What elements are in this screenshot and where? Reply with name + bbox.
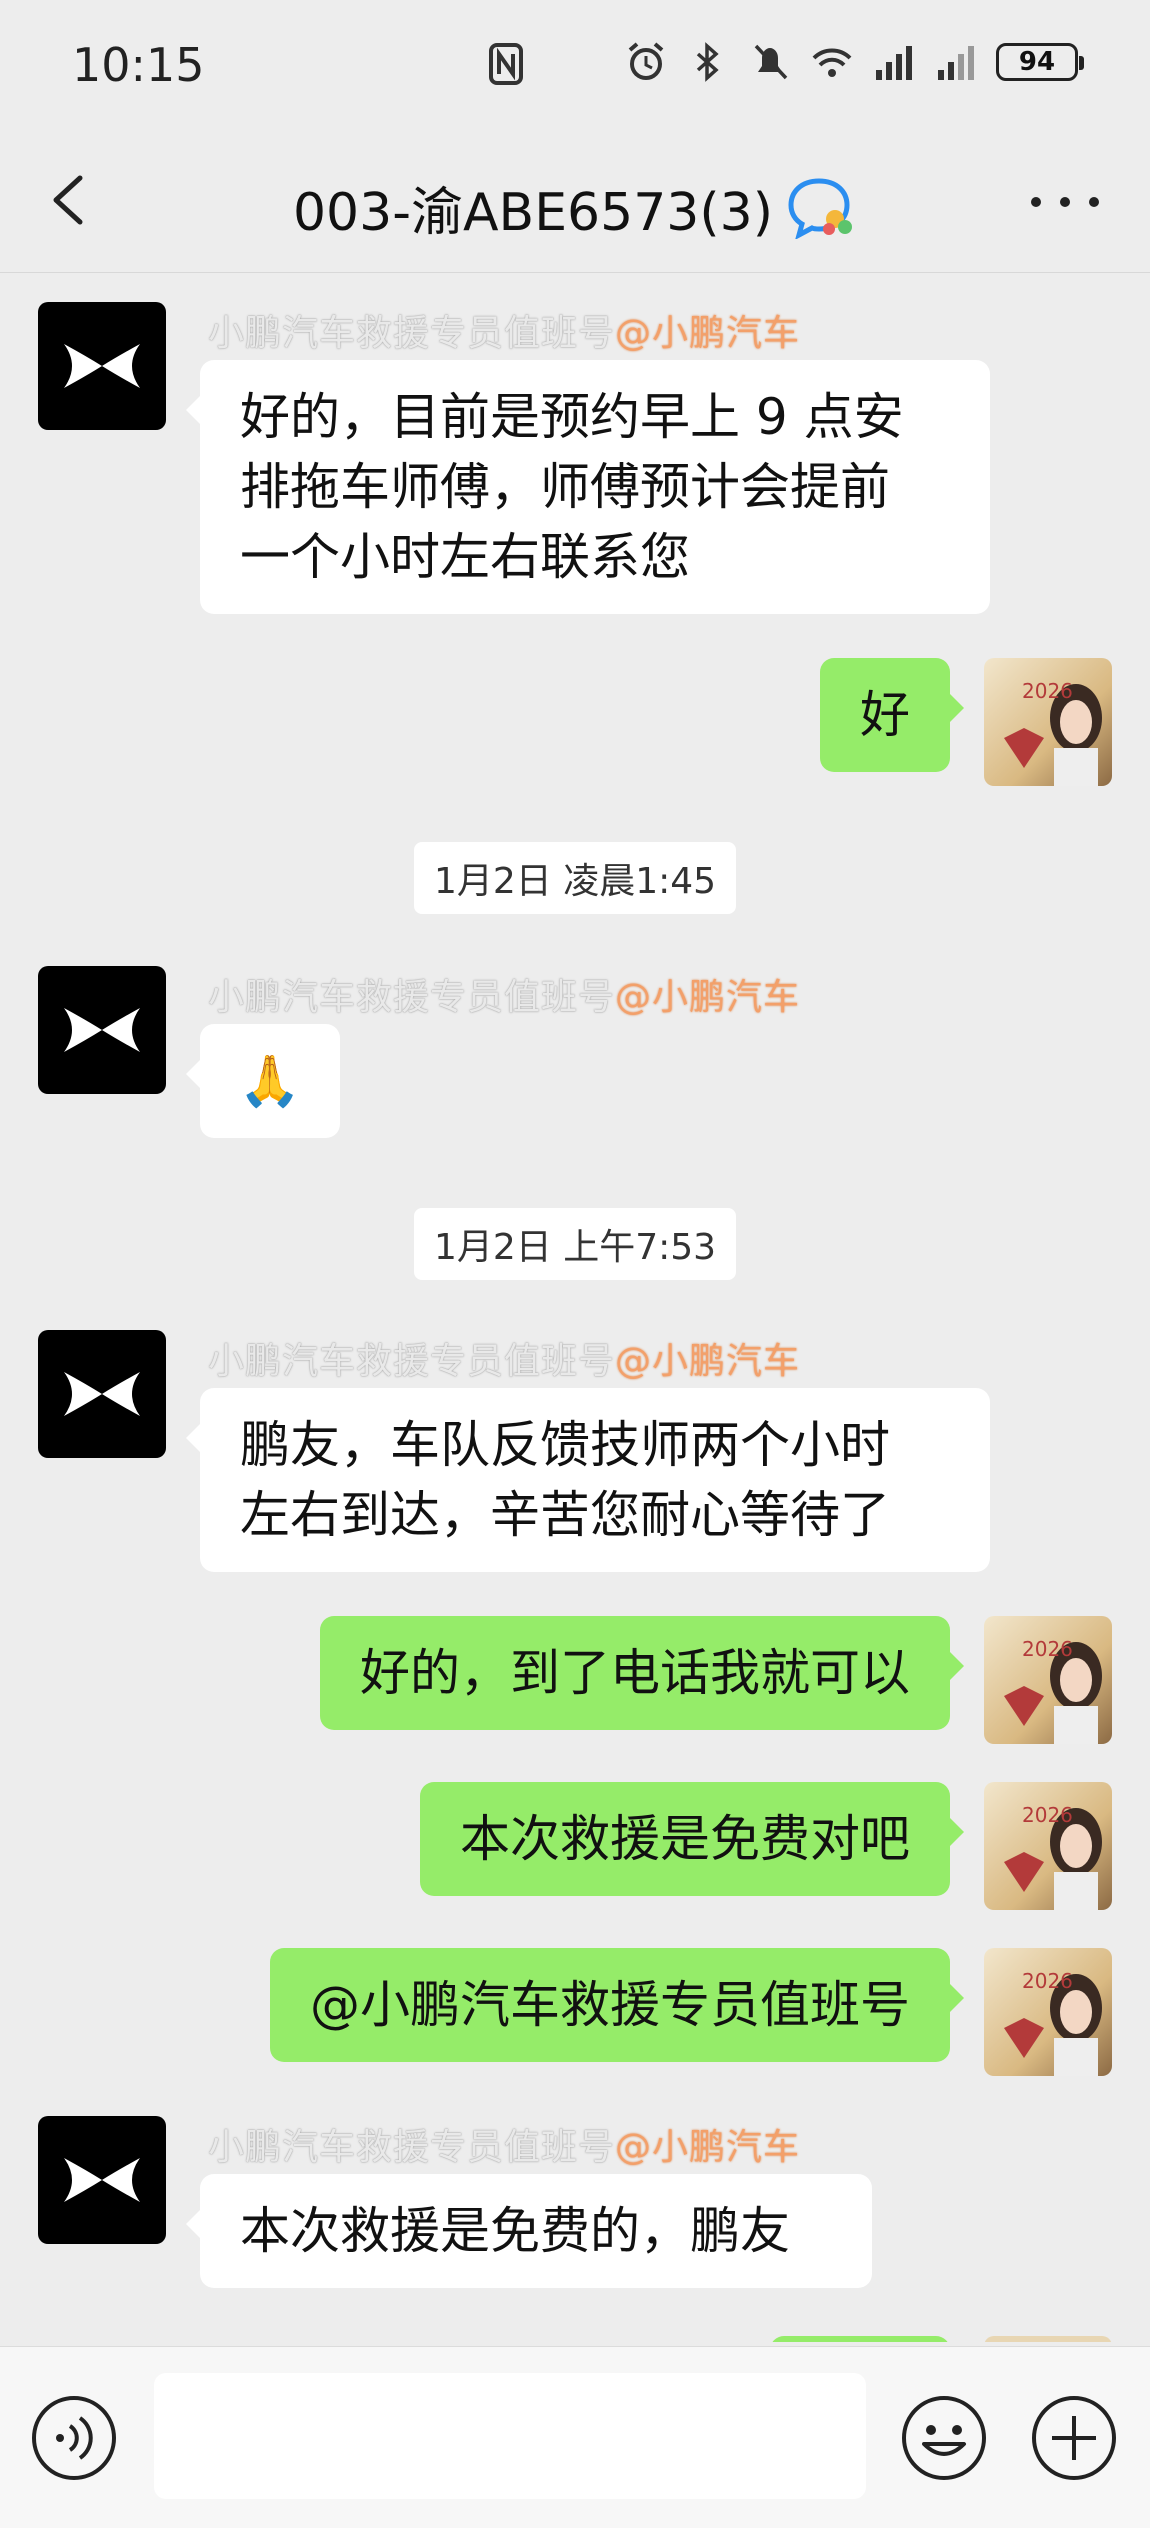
- group-chat-icon: [788, 177, 853, 239]
- received-message-bubble[interactable]: 鹏友，车队反馈技师两个小时 左右到达，辛苦您耐心等待了: [186, 1388, 990, 1572]
- message-line: 一个小时左右联系您: [240, 528, 690, 586]
- message-input[interactable]: [154, 2373, 866, 2499]
- sender-name-text: 小鹏汽车救援专员值班号: [208, 977, 616, 1018]
- user-photo-icon: 2026: [1004, 1637, 1102, 1744]
- sender-name-text: 小鹏汽车救援专员值班号: [208, 2127, 616, 2168]
- sender-name: 小鹏汽车救援专员值班号@小鹏汽车: [208, 1332, 800, 1384]
- my-avatar[interactable]: 2026: [984, 1616, 1112, 1744]
- message-text: 好: [860, 686, 910, 744]
- sender-avatar[interactable]: [38, 1330, 166, 1458]
- user-photo-icon: 2026: [1004, 1969, 1102, 2076]
- sender-avatar[interactable]: [38, 966, 166, 1094]
- message-line: 排拖车师傅，师傅预计会提前: [240, 458, 890, 516]
- sender-org: @小鹏汽车: [615, 2127, 801, 2168]
- more-icon[interactable]: [1030, 196, 1100, 208]
- xpeng-logo-icon: [64, 1008, 140, 1052]
- sender-name-text: 小鹏汽车救援专员值班号: [208, 313, 616, 354]
- message-text: 本次救援是免费对吧: [460, 1810, 910, 1868]
- signal-icon-2: [938, 46, 974, 80]
- mute-icon: [754, 44, 788, 80]
- received-message-bubble[interactable]: 🙏: [186, 1024, 340, 1138]
- my-avatar[interactable]: 2026: [984, 658, 1112, 786]
- received-message-bubble[interactable]: 好的，目前是预约早上 9 点安 排拖车师傅，师傅预计会提前 一个小时左右联系您: [186, 360, 990, 614]
- sender-avatar[interactable]: [38, 2116, 166, 2244]
- alarm-icon: [628, 42, 664, 80]
- xpeng-logo-icon: [64, 1372, 140, 1416]
- emoji-icon[interactable]: [900, 2394, 988, 2482]
- message-list[interactable]: 小鹏汽车救援专员值班号@小鹏汽车 好的，目前是预约早上 9 点安 排拖车师傅，师…: [0, 272, 1150, 2342]
- status-time: 10:15: [72, 38, 205, 92]
- chat-title: 003-渝ABE6573(3): [0, 170, 1150, 245]
- chat-header: 003-渝ABE6573(3): [0, 130, 1150, 273]
- my-avatar-partial[interactable]: [984, 2336, 1112, 2342]
- timestamp-text: 1月2日 上午7:53: [413, 1208, 737, 1280]
- sender-avatar[interactable]: [38, 302, 166, 430]
- sent-message-bubble[interactable]: 好: [820, 658, 964, 772]
- sent-message-bubble-partial[interactable]: [770, 2336, 950, 2342]
- status-bar: 10:15 94: [0, 0, 1150, 130]
- message-line: 本次救援是免费的，鹏友: [240, 2202, 790, 2260]
- wifi-icon: [812, 48, 852, 77]
- bluetooth-icon: [696, 42, 719, 82]
- xpeng-logo-icon: [64, 2158, 140, 2202]
- sender-name: 小鹏汽车救援专员值班号@小鹏汽车: [208, 2118, 800, 2170]
- message-text: @小鹏汽车救援专员值班号: [310, 1976, 910, 2034]
- message-line: 左右到达，辛苦您耐心等待了: [240, 1486, 890, 1544]
- avatar-badge: 2026: [1022, 1969, 1073, 1993]
- sent-message-bubble[interactable]: 本次救援是免费对吧: [420, 1782, 964, 1896]
- message-text: 好的，到了电话我就可以: [360, 1644, 910, 1702]
- message-line: 好的，目前是预约早上 9 点安: [240, 388, 904, 446]
- sent-message-bubble[interactable]: @小鹏汽车救援专员值班号: [270, 1948, 964, 2062]
- message-line: 鹏友，车队反馈技师两个小时: [240, 1416, 890, 1474]
- timestamp: 1月2日 凌晨1:45: [0, 842, 1150, 914]
- my-avatar[interactable]: 2026: [984, 1782, 1112, 1910]
- status-icons: 94: [624, 40, 1084, 84]
- folded-hands-emoji: 🙏: [238, 1052, 302, 1110]
- sender-org: @小鹏汽车: [615, 977, 801, 1018]
- input-bar: [0, 2346, 1150, 2528]
- user-photo-icon: 2026: [1004, 1803, 1102, 1910]
- voice-icon[interactable]: [30, 2394, 118, 2482]
- nfc-icon: [489, 43, 523, 85]
- avatar-badge: 2026: [1022, 1637, 1073, 1661]
- xpeng-logo-icon: [64, 344, 140, 388]
- timestamp: 1月2日 上午7:53: [0, 1208, 1150, 1280]
- plus-icon[interactable]: [1030, 2394, 1118, 2482]
- signal-icon: [876, 46, 912, 80]
- avatar-badge: 2026: [1022, 679, 1073, 703]
- sender-org: @小鹏汽车: [615, 1341, 801, 1382]
- sender-name-text: 小鹏汽车救援专员值班号: [208, 1341, 616, 1382]
- timestamp-text: 1月2日 凌晨1:45: [413, 842, 737, 914]
- user-photo-icon: 2026: [1004, 679, 1102, 786]
- my-avatar[interactable]: 2026: [984, 1948, 1112, 2076]
- sent-message-bubble[interactable]: 好的，到了电话我就可以: [320, 1616, 964, 1730]
- sender-name: 小鹏汽车救援专员值班号@小鹏汽车: [208, 304, 800, 356]
- chat-title-text: 003-渝ABE6573(3): [292, 183, 774, 243]
- sender-name: 小鹏汽车救援专员值班号@小鹏汽车: [208, 968, 800, 1020]
- battery-indicator: 94: [996, 43, 1084, 81]
- avatar-badge: 2026: [1022, 1803, 1073, 1827]
- sender-org: @小鹏汽车: [615, 313, 801, 354]
- received-message-bubble[interactable]: 本次救援是免费的，鹏友: [186, 2174, 872, 2288]
